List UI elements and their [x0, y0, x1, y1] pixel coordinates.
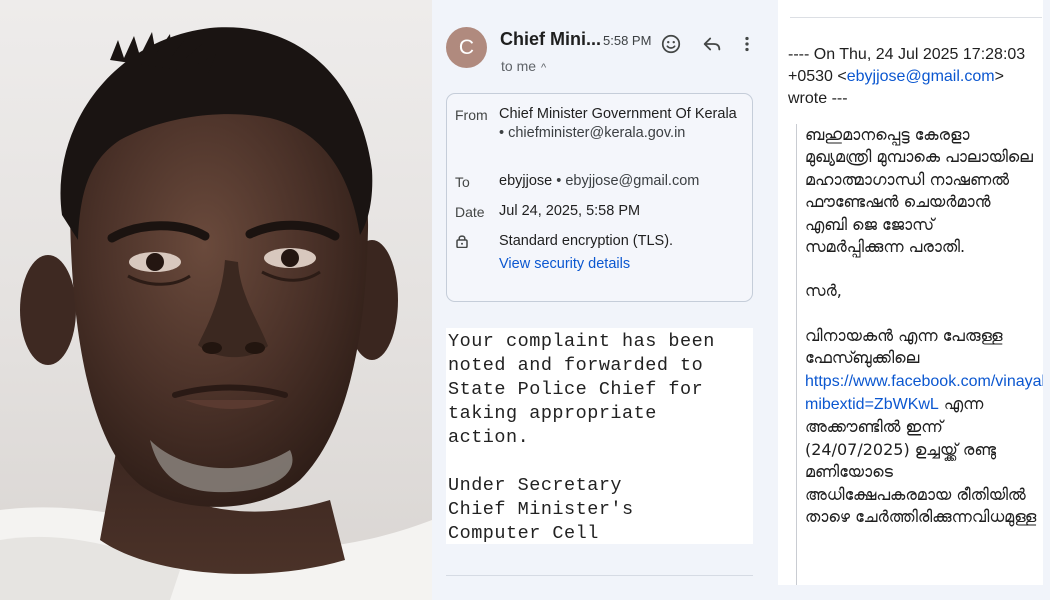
quote-salutation: സർ,	[805, 281, 842, 301]
body-line: Chief Minister's	[448, 499, 634, 520]
from-value: Chief Minister Government Of Kerala • ch…	[499, 106, 737, 141]
quote-text-start: വിനായകൻ എന്ന പേരുള്ള ഫേസ്ബുക്കിലെ	[805, 325, 1003, 368]
date-label: Date	[455, 204, 485, 220]
reply-icon[interactable]	[701, 33, 723, 55]
from-email[interactable]: chiefminister@kerala.gov.in	[508, 125, 685, 141]
facebook-link[interactable]: https://www.facebook.com/vinayakanactor?…	[805, 373, 1043, 413]
quote-text-end: എന്ന അക്കൗണ്ടിൽ ഇന്ന് (24/07/2025) ഉച്ചയ…	[805, 394, 1037, 527]
to-value: ebyjjose • ebyjjose@gmail.com	[499, 173, 700, 189]
sender-avatar[interactable]: C	[446, 27, 487, 68]
quoted-message-panel: ---- On Thu, 24 Jul 2025 17:28:03 +0530 …	[770, 0, 1050, 600]
body-line: taking appropriate	[448, 403, 657, 424]
to-email[interactable]: ebyjjose@gmail.com	[565, 173, 699, 189]
date-value: Jul 24, 2025, 5:58 PM	[499, 203, 641, 219]
body-line: State Police Chief for	[448, 379, 704, 400]
quote-header: ---- On Thu, 24 Jul 2025 17:28:03 +0530 …	[788, 44, 1043, 110]
to-me-label: to me	[501, 58, 537, 74]
quoted-message-card: ---- On Thu, 24 Jul 2025 17:28:03 +0530 …	[778, 0, 1043, 585]
view-security-details-link[interactable]: View security details	[499, 256, 630, 272]
portrait-illustration	[0, 27, 432, 600]
body-line: Your complaint has been	[448, 331, 715, 352]
body-line	[448, 450, 751, 474]
body-line: noted and forwarded to	[448, 355, 704, 376]
quote-sender-email[interactable]: ebyjjose@gmail.com	[847, 68, 995, 85]
quote-paragraph: ബഹുമാനപ്പെട്ട കേരളാ മുഖ്യമന്ത്രി മുമ്പാക…	[805, 125, 1033, 257]
from-name: Chief Minister Government Of Kerala	[499, 106, 737, 122]
chevron-up-icon: ^	[541, 62, 547, 74]
more-options-icon[interactable]	[736, 33, 758, 55]
divider	[790, 17, 1042, 18]
quoted-text: ബഹുമാനപ്പെട്ട കേരളാ മുഖ്യമന്ത്രി മുമ്പാക…	[805, 124, 1043, 529]
message-time: 5:58 PM	[603, 33, 652, 48]
message-body: Your complaint has been noted and forward…	[446, 328, 753, 544]
divider	[446, 575, 753, 576]
body-line: action.	[448, 427, 530, 448]
email-message-panel: C Chief Mini... 5:58 PM to me ^ From Chie…	[432, 0, 770, 600]
quote-paragraph: വിനായകൻ എന്ന പേരുള്ള ഫേസ്ബുക്കിലെ https:…	[805, 325, 1043, 529]
from-label: From	[455, 107, 488, 123]
lock-icon	[456, 235, 468, 248]
to-label: To	[455, 174, 470, 190]
encryption-text: Standard encryption (TLS).	[499, 233, 674, 249]
to-name: ebyjjose	[499, 173, 553, 189]
message-details-card: From Chief Minister Government Of Kerala…	[446, 93, 753, 302]
body-line: Computer Cell	[448, 523, 599, 544]
recipient-toggle[interactable]: to me ^	[501, 58, 546, 74]
body-line: Under Secretary	[448, 475, 623, 496]
emoji-reaction-icon[interactable]	[660, 33, 682, 55]
portrait-photo	[0, 0, 432, 600]
sender-name[interactable]: Chief Mini...	[500, 29, 601, 50]
quote-bar	[796, 124, 797, 585]
